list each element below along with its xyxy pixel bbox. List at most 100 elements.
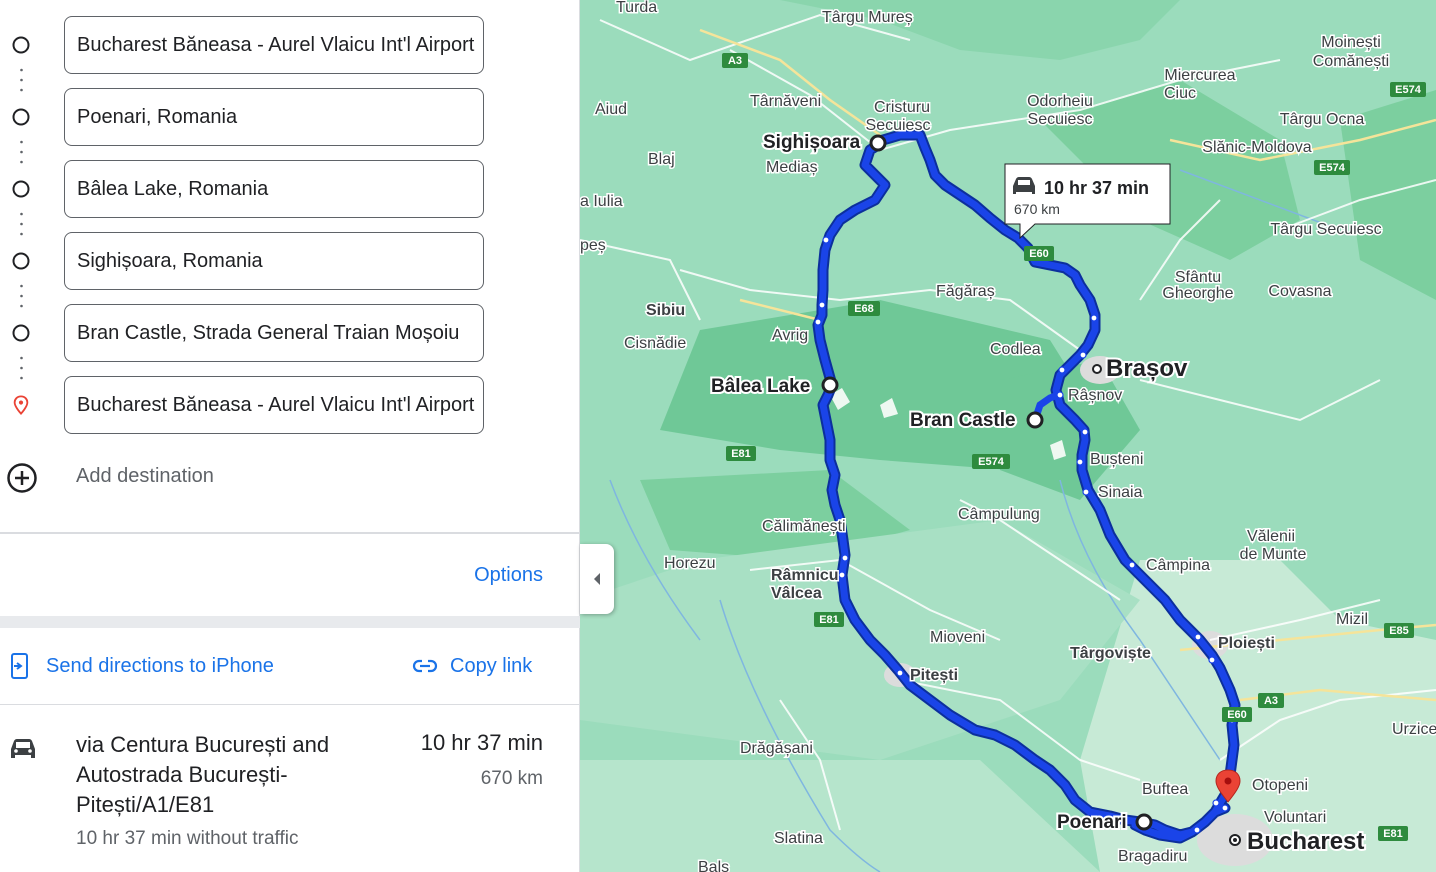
circle-icon <box>12 108 30 126</box>
place-label: Mediaș <box>766 159 818 176</box>
shield-e60: E60 <box>1227 709 1247 721</box>
place-label: Călimănești <box>762 518 846 535</box>
shield-e85: E85 <box>1389 625 1409 637</box>
map-svg[interactable]: A3 E574 E574 E60 E68 E81 E574 E81 E85 A3… <box>580 0 1436 872</box>
brasov-label: Brașov <box>1106 355 1188 382</box>
waypoint-input[interactable]: Poenari, Romania <box>64 88 484 146</box>
chevron-left-icon <box>594 573 600 585</box>
place-label: Ciuc <box>1164 85 1196 102</box>
place-label: Mioveni <box>930 629 985 646</box>
place-label: Râșnov <box>1068 387 1122 404</box>
copy-link-button[interactable]: Copy link <box>412 652 532 680</box>
place-label: Drăgășani <box>740 740 813 757</box>
place-label: Vâlcea <box>771 585 822 602</box>
send-directions-label: Send directions to iPhone <box>46 654 274 677</box>
place-label: Târgu Mureș <box>822 9 913 26</box>
place-label: Comănești <box>1313 53 1389 70</box>
directions-panel: Bucharest Băneasa - Aurel Vlaicu Int'l A… <box>0 0 580 872</box>
bran-castle-marker[interactable] <box>1026 411 1044 429</box>
route-traffic-note: 10 hr 37 min without traffic <box>76 828 299 849</box>
waypoint-row: Sighișoara, Romania <box>0 230 580 290</box>
circle-icon <box>12 252 30 270</box>
place-label: Blaj <box>648 151 675 168</box>
place-label: Balș <box>698 859 729 872</box>
place-label: Ploiești <box>1218 635 1275 652</box>
poenari-label: Poenari <box>1057 812 1127 833</box>
place-label: Târgu Secuiesc <box>1270 221 1381 238</box>
collapse-panel-button[interactable] <box>580 544 614 614</box>
sighisoara-label: Sighișoara <box>763 132 861 153</box>
poenari-marker[interactable] <box>1135 813 1153 831</box>
bucharest-label: Bucharest <box>1247 828 1364 855</box>
circle-icon <box>12 324 30 342</box>
shield-e81: E81 <box>1383 828 1403 840</box>
place-label: peș <box>580 237 606 254</box>
place-label: Urzice <box>1392 721 1436 738</box>
place-label: Sfântu <box>1175 269 1221 286</box>
section-separator <box>0 616 580 628</box>
place-label: Slănic-Moldova <box>1202 139 1311 156</box>
place-label: Câmpulung <box>958 506 1040 523</box>
options-button[interactable]: Options <box>474 564 543 587</box>
sighisoara-marker[interactable] <box>869 134 887 152</box>
shield-e81: E81 <box>731 448 751 460</box>
destination-input[interactable]: Bucharest Băneasa - Aurel Vlaicu Int'l A… <box>64 376 484 434</box>
place-label: Miercurea <box>1164 67 1235 84</box>
waypoint-row: Bucharest Băneasa - Aurel Vlaicu Int'l A… <box>0 374 580 434</box>
place-label: Târgoviște <box>1070 645 1151 662</box>
add-circle-icon <box>7 463 37 493</box>
balea-lake-marker[interactable] <box>821 376 839 394</box>
shield-a3: A3 <box>1264 695 1278 707</box>
place-label: Aiud <box>595 101 627 118</box>
place-label: Câmpina <box>1146 557 1210 574</box>
place-label: Buftea <box>1142 781 1188 798</box>
waypoint-input[interactable]: Bâlea Lake, Romania <box>64 160 484 218</box>
place-label: Târnăveni <box>750 93 821 110</box>
route-distance: 670 km <box>480 768 543 789</box>
place-label: Covasna <box>1268 283 1331 300</box>
divider <box>0 704 580 705</box>
route-duration: 10 hr 37 min <box>420 730 543 755</box>
place-label: Pitești <box>910 667 958 684</box>
shield-e574: E574 <box>1319 162 1346 174</box>
place-label: Gheorghe <box>1162 285 1233 302</box>
place-label: de Munte <box>1240 546 1307 563</box>
add-destination-label: Add destination <box>76 465 214 487</box>
place-label: Avrig <box>772 327 808 344</box>
place-label: Secuiesc <box>1028 111 1093 128</box>
place-label: Bragadiru <box>1118 848 1187 865</box>
shield-a3: A3 <box>728 55 742 67</box>
starting-point-input[interactable]: Bucharest Băneasa - Aurel Vlaicu Int'l A… <box>64 16 484 74</box>
waypoint-row: Bâlea Lake, Romania <box>0 158 580 218</box>
waypoint-input[interactable]: Bran Castle, Strada General Traian Moșoi… <box>64 304 484 362</box>
shield-e68: E68 <box>854 303 874 315</box>
balea-lake-label: Bâlea Lake <box>711 376 810 397</box>
place-label: Slatina <box>774 830 823 847</box>
waypoint-input[interactable]: Sighișoara, Romania <box>64 232 484 290</box>
tooltip-duration: 10 hr 37 min <box>1044 178 1149 198</box>
link-icon <box>412 659 438 673</box>
place-label: Turda <box>616 0 657 16</box>
place-label: Secuiesc <box>866 117 931 134</box>
send-directions-button[interactable]: Send directions to iPhone <box>10 652 274 680</box>
place-label: Voluntari <box>1264 809 1326 826</box>
maps-directions-app: Bucharest Băneasa - Aurel Vlaicu Int'l A… <box>0 0 1436 872</box>
place-label: Făgăraș <box>936 283 995 300</box>
map-canvas[interactable]: A3 E574 E574 E60 E68 E81 E574 E81 E85 A3… <box>580 0 1436 872</box>
place-label: Vălenii <box>1247 528 1295 545</box>
shield-e574: E574 <box>1395 84 1422 96</box>
place-label: Horezu <box>664 555 716 572</box>
place-label: Mizil <box>1336 611 1368 628</box>
place-label: Cisnădie <box>624 335 686 352</box>
bucharest-dot-center <box>1233 838 1237 842</box>
place-label: Bușteni <box>1090 451 1143 468</box>
waypoint-row: Poenari, Romania <box>0 86 580 146</box>
circle-icon <box>12 180 30 198</box>
shield-e60: E60 <box>1029 248 1049 260</box>
tooltip-distance: 670 km <box>1014 201 1060 217</box>
place-label: Sibiu <box>646 302 685 319</box>
place-label: Codlea <box>990 341 1041 358</box>
route-title[interactable]: via Centura București and Autostrada Buc… <box>76 730 386 820</box>
add-destination-button[interactable]: Add destination <box>0 455 580 501</box>
shield-e574: E574 <box>978 456 1005 468</box>
